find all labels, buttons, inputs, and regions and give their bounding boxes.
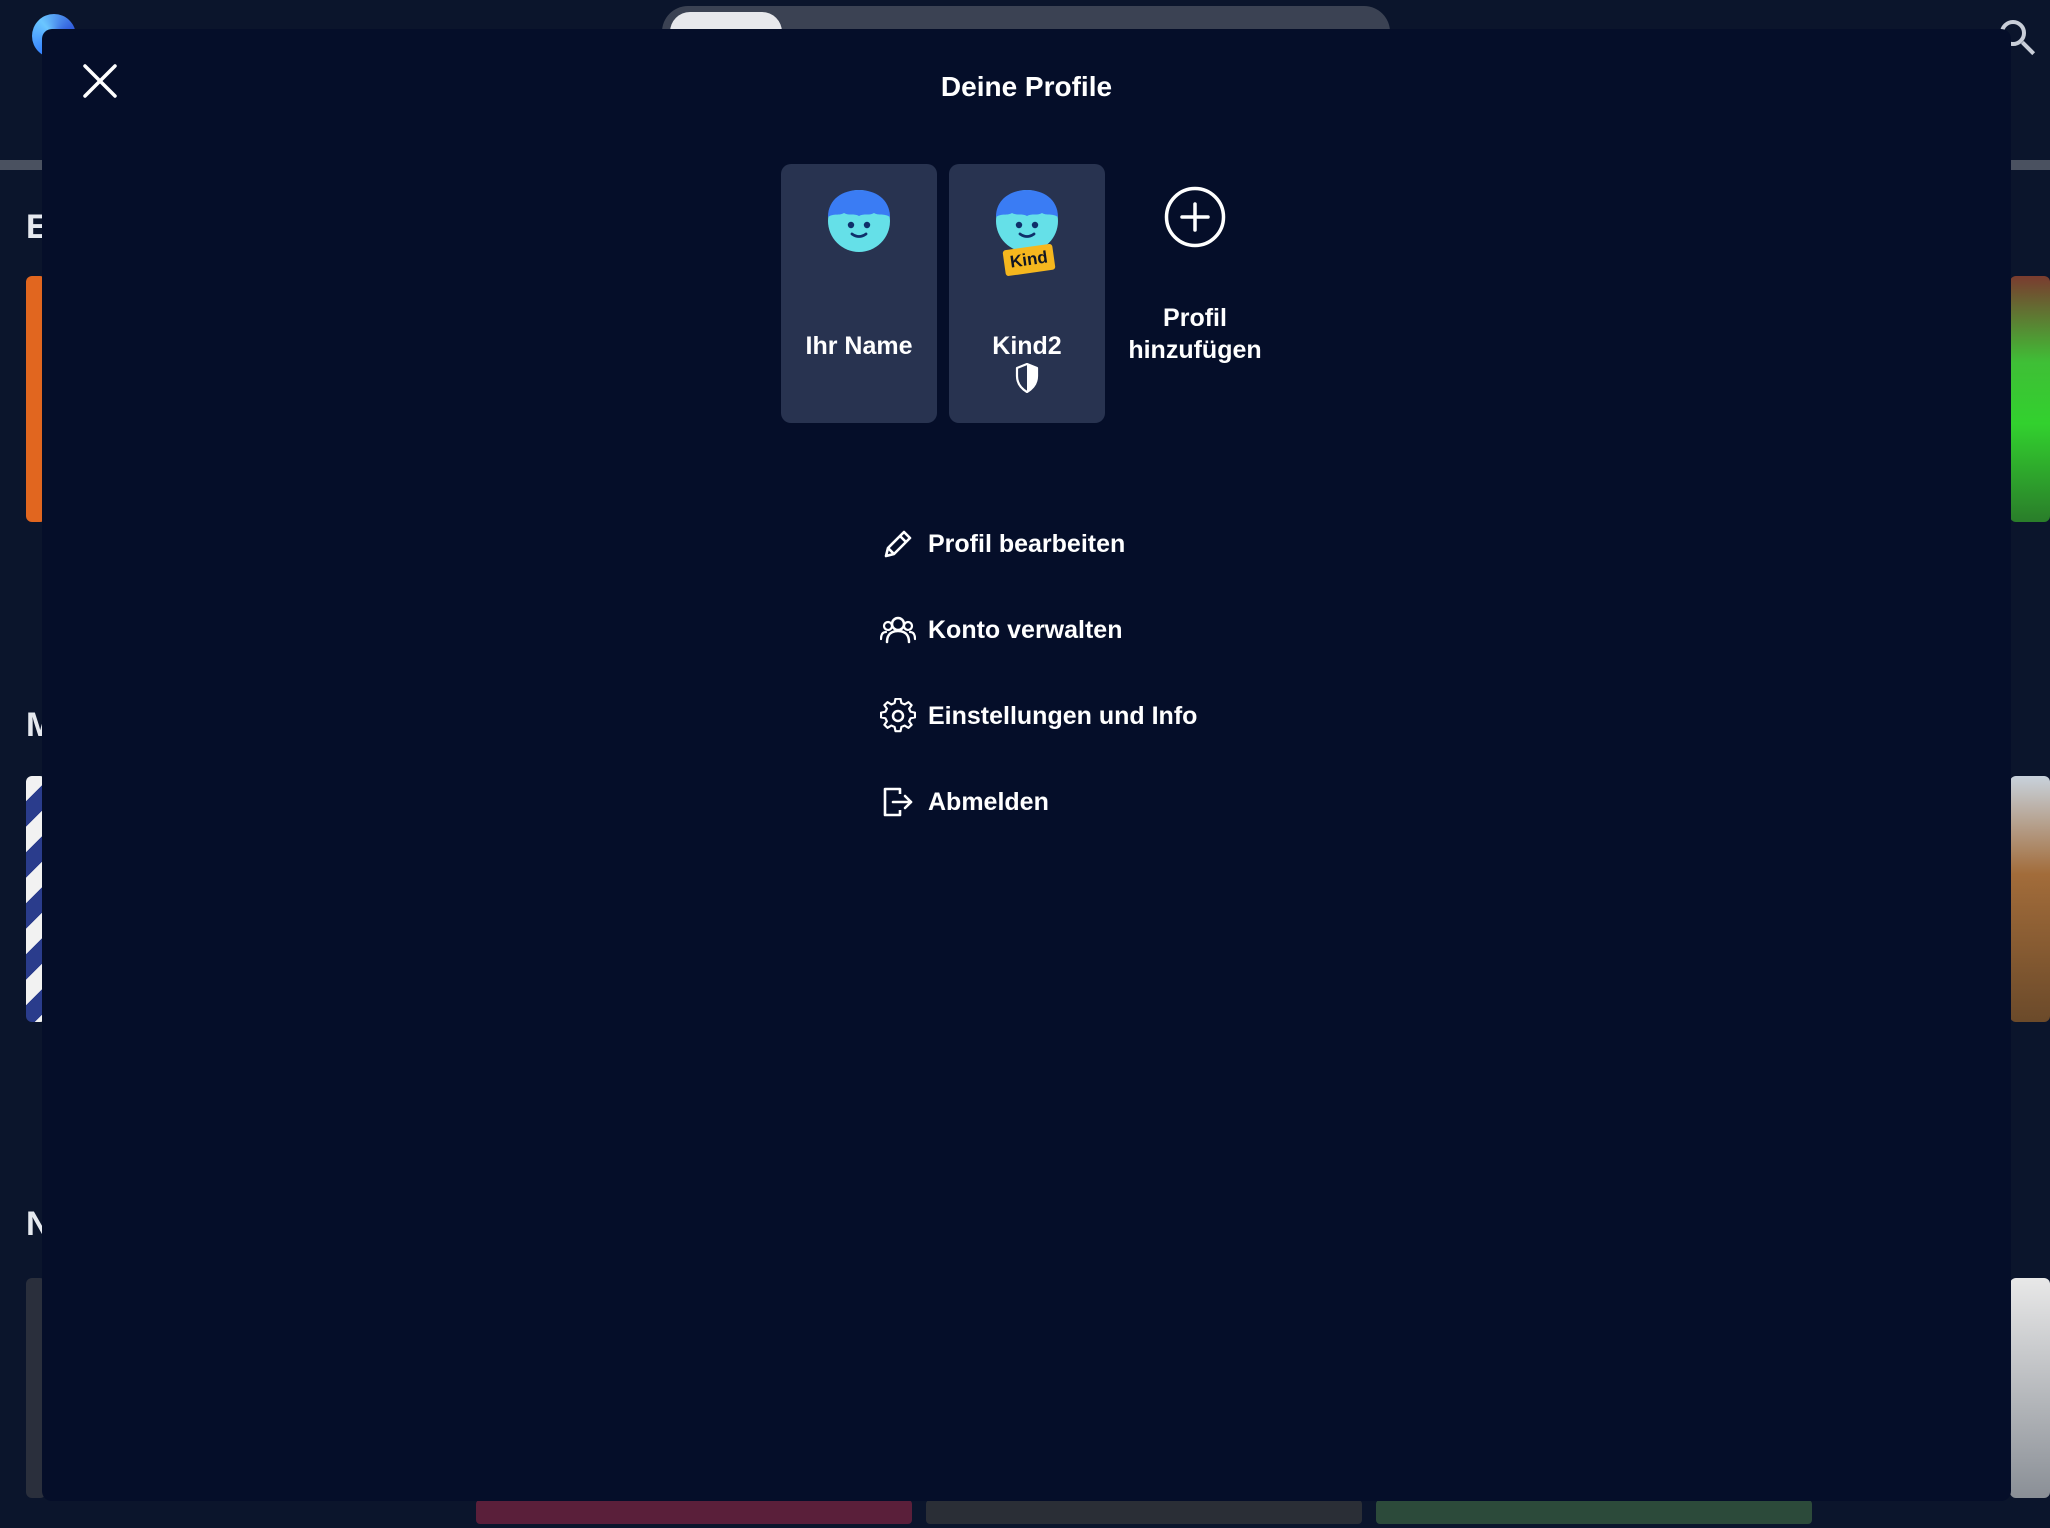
background-tile[interactable] xyxy=(476,1500,912,1524)
background-tile[interactable] xyxy=(2010,1278,2050,1498)
profile-card-kind2[interactable]: Kind Kind2 xyxy=(949,164,1105,423)
menu-item-label: Abmelden xyxy=(928,787,1049,816)
profile-card-ihr-name[interactable]: Ihr Name xyxy=(781,164,937,423)
manage-account-button[interactable]: Konto verwalten xyxy=(880,605,1240,655)
profile-name: Ihr Name xyxy=(805,332,913,360)
menu-item-label: Konto verwalten xyxy=(928,615,1123,644)
background-tile[interactable] xyxy=(2010,276,2050,522)
add-profile-label-line: Profil xyxy=(1163,304,1227,332)
shield-icon xyxy=(1015,363,1039,393)
background-tile[interactable] xyxy=(2010,776,2050,1022)
modal-title: Deine Profile xyxy=(940,71,1113,102)
add-profile-label-line: hinzufügen xyxy=(1128,336,1262,364)
background-tile[interactable] xyxy=(1376,1500,1812,1524)
profile-name: Kind2 xyxy=(992,332,1062,360)
plus-circle-icon xyxy=(1164,186,1226,248)
pencil-icon xyxy=(884,530,912,558)
add-profile-button[interactable]: Profil hinzufügen xyxy=(1117,164,1273,423)
logout-button[interactable]: Abmelden xyxy=(880,777,1240,827)
menu-item-label: Profil bearbeiten xyxy=(928,529,1126,558)
profiles-modal: Deine Profile Ihr Name Kind Kind2 Profil… xyxy=(42,29,2011,1501)
menu-item-label: Einstellungen und Info xyxy=(928,701,1198,730)
users-icon xyxy=(880,616,916,644)
settings-info-button[interactable]: Einstellungen und Info xyxy=(880,691,1240,741)
edit-profile-button[interactable]: Profil bearbeiten xyxy=(880,519,1240,569)
logout-icon xyxy=(883,787,913,817)
kids-badge: Kind xyxy=(1002,243,1056,277)
add-profile-label: Profil hinzufügen xyxy=(1117,302,1273,366)
face-avatar-icon xyxy=(828,190,890,252)
background-tile[interactable] xyxy=(926,1500,1362,1524)
gear-icon xyxy=(880,698,916,733)
